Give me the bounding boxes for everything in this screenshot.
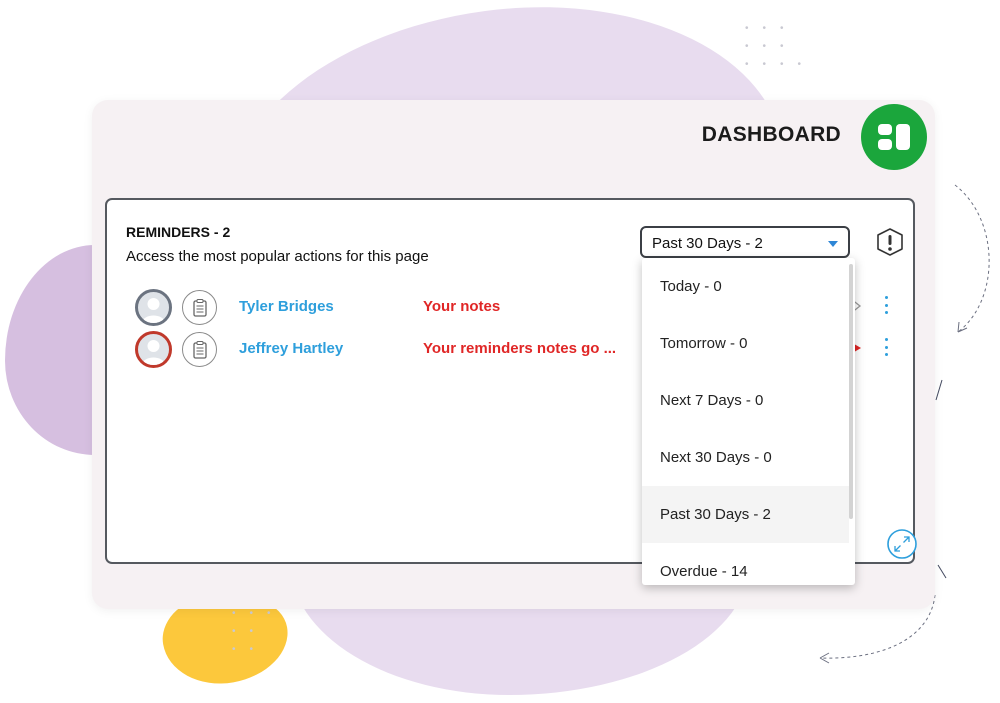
- notepad-icon[interactable]: [182, 290, 217, 325]
- filter-option-overdue[interactable]: Overdue - 14: [642, 543, 849, 585]
- decorative-curve: [954, 184, 990, 333]
- reminder-note: Your notes: [423, 298, 501, 315]
- page-title: DASHBOARD: [701, 123, 841, 146]
- more-options-icon[interactable]: [883, 296, 889, 314]
- dropdown-scrollbar[interactable]: [849, 264, 853, 519]
- more-options-icon[interactable]: [883, 338, 889, 356]
- decorative-dots: ••• ••• ••••: [745, 23, 816, 70]
- date-filter-dropdown: Today - 0 Tomorrow - 0 Next 7 Days - 0 N…: [642, 258, 855, 585]
- contact-name-link[interactable]: Jeffrey Hartley: [239, 340, 343, 357]
- notepad-icon[interactable]: [182, 332, 217, 367]
- date-filter-value: Past 30 Days - 2: [652, 235, 763, 252]
- reminder-note: Your reminders notes go ...: [423, 340, 617, 357]
- decorative-dots: ••• •• ••: [232, 608, 285, 655]
- filter-option-past-30-days[interactable]: Past 30 Days - 2: [642, 486, 849, 543]
- expand-arrows-icon[interactable]: [886, 528, 918, 560]
- dashboard-logo-icon: [861, 104, 927, 170]
- avatar[interactable]: [135, 331, 172, 368]
- chevron-down-icon: [828, 241, 838, 247]
- exclamation-circle-icon[interactable]: [875, 227, 905, 257]
- filter-option-today[interactable]: Today - 0: [642, 258, 849, 315]
- date-filter-select[interactable]: Past 30 Days - 2: [640, 226, 850, 258]
- filter-option-next-7-days[interactable]: Next 7 Days - 0: [642, 372, 849, 429]
- avatar[interactable]: [135, 289, 172, 326]
- contact-name-link[interactable]: Tyler Bridges: [239, 298, 334, 315]
- filter-option-next-30-days[interactable]: Next 30 Days - 0: [642, 429, 849, 486]
- reminders-subtitle: Access the most popular actions for this…: [126, 248, 429, 265]
- reminders-title: REMINDERS - 2: [126, 224, 231, 240]
- filter-option-tomorrow[interactable]: Tomorrow - 0: [642, 315, 849, 372]
